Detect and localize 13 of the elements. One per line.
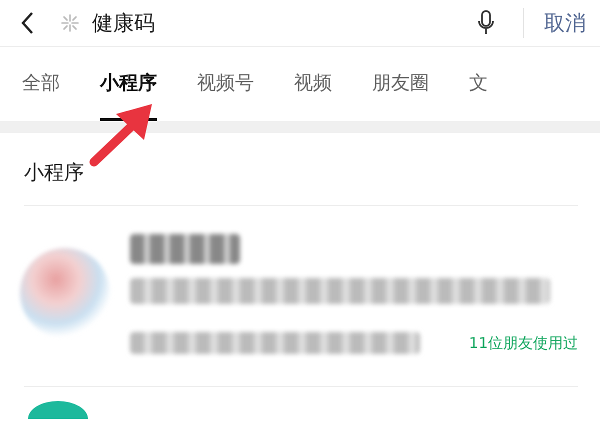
section-title: 小程序 xyxy=(24,159,85,186)
cancel-button[interactable]: 取消 xyxy=(544,9,586,37)
back-button[interactable] xyxy=(20,10,36,36)
tab[interactable]: 视频 xyxy=(294,70,332,121)
tab[interactable]: 朋友圈 xyxy=(372,70,429,121)
sparkle-icon xyxy=(60,13,80,33)
tab[interactable]: 文 xyxy=(469,70,488,121)
search-field[interactable]: 健康码 xyxy=(92,11,477,35)
friends-count: 11位朋友使用过 xyxy=(468,334,578,352)
tab[interactable]: 全部 xyxy=(22,70,60,121)
microphone-icon[interactable] xyxy=(477,10,495,36)
annotation-arrow xyxy=(90,104,152,166)
tab[interactable]: 视频号 xyxy=(197,70,254,121)
